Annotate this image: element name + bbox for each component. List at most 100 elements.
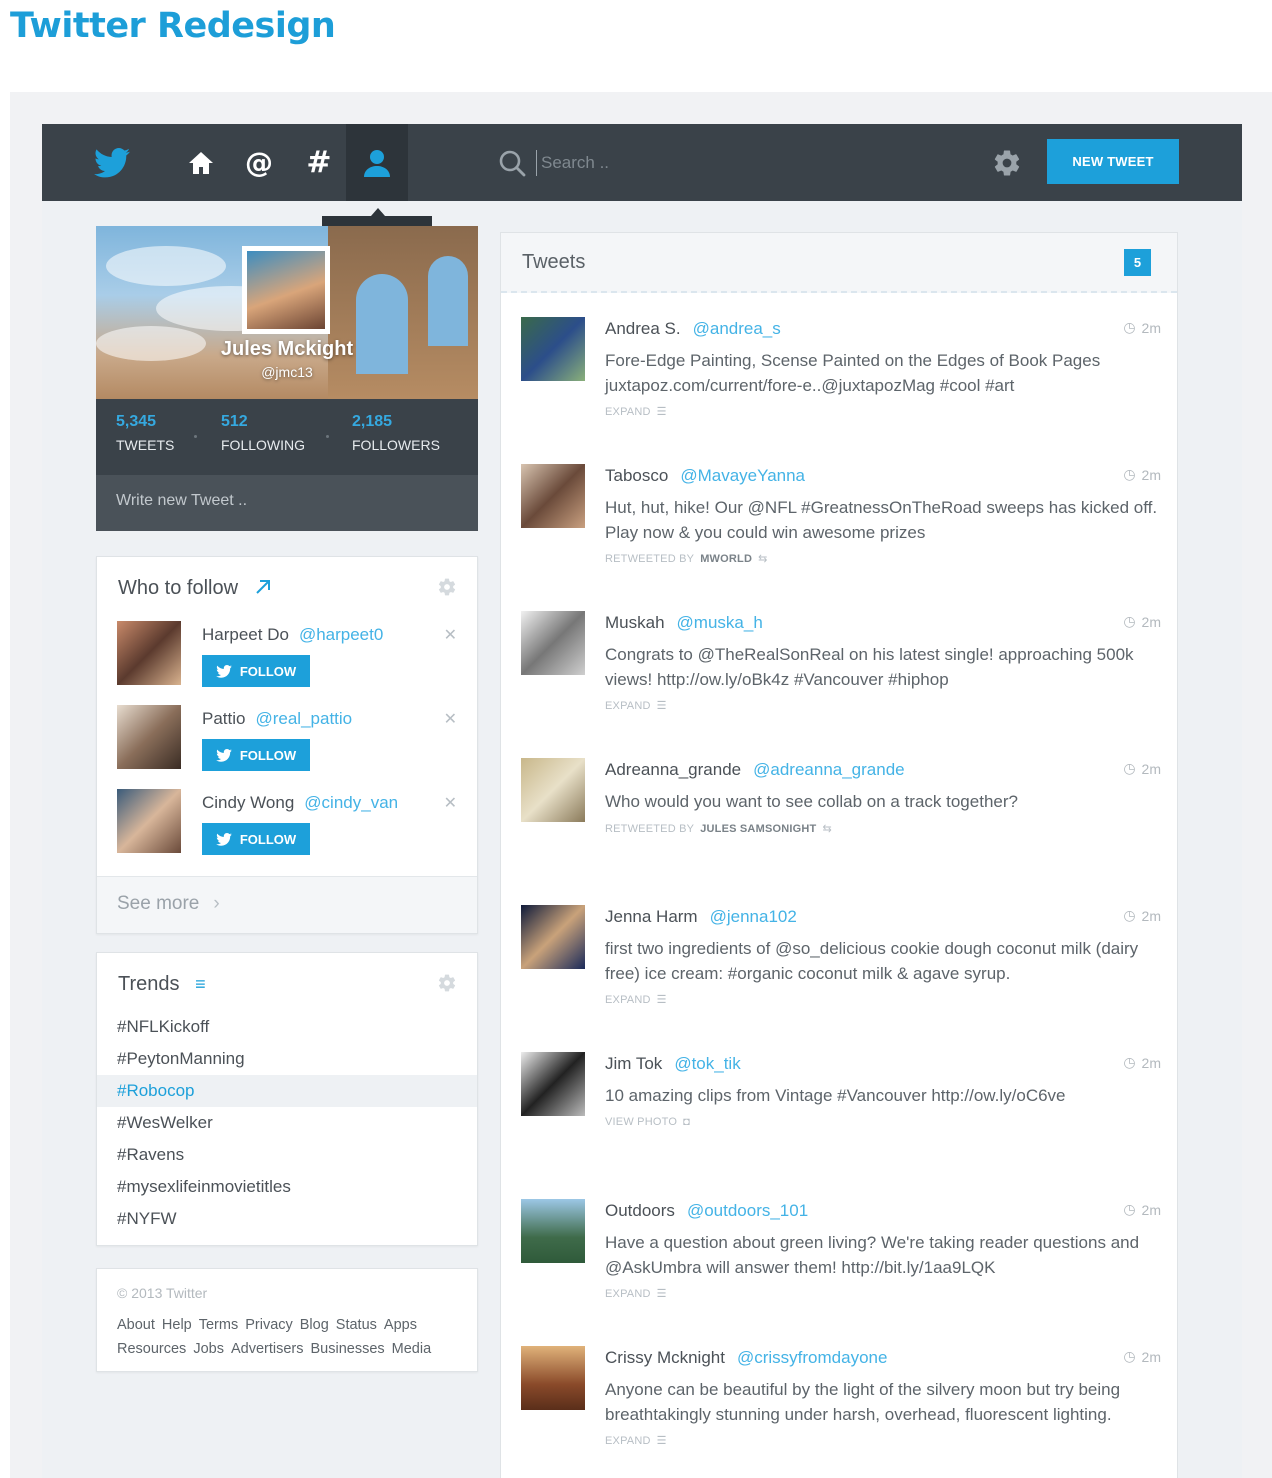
tweet-avatar[interactable] [521, 905, 585, 969]
mockup-canvas: @ # NEW TWEET PROFILE [10, 92, 1272, 1478]
profile-icon[interactable] [346, 124, 408, 201]
user-avatar[interactable] [117, 789, 181, 853]
tweet-author[interactable]: Adreanna_grande @adreanna_grande [605, 760, 905, 780]
gear-icon[interactable] [437, 577, 457, 601]
footer-link[interactable]: Help [162, 1317, 192, 1333]
clock-icon: ◷ [1123, 760, 1136, 776]
tweet-author[interactable]: Tabosco @MavayeYanna [605, 466, 805, 486]
tweet-item[interactable]: Andrea S. @andrea_s ◷ 2m Fore-Edge Painting,… [521, 317, 1161, 457]
tweet-author[interactable]: Outdoors @outdoors_101 [605, 1201, 808, 1221]
footer-link[interactable]: Resources [117, 1341, 186, 1357]
trend-item[interactable]: #Robocop [97, 1075, 477, 1107]
profile-avatar[interactable] [242, 246, 330, 334]
tweet-avatar[interactable] [521, 464, 585, 528]
tweet-item[interactable]: Tabosco @MavayeYanna ◷ 2m Hut, hut, hike! Ou… [521, 464, 1161, 604]
who-to-follow-panel: Who to follow Harpeet Do @harpeet0 ✕ FOLL… [96, 556, 478, 934]
user-handle: @harpeet0 [298, 625, 384, 644]
close-icon[interactable]: ✕ [444, 625, 457, 644]
tweet-item[interactable]: Jim Tok @tok_tik ◷ 2m 10 amazing clips from … [521, 1052, 1161, 1192]
follow-button[interactable]: FOLLOW [202, 739, 310, 771]
tweet-action[interactable]: EXPAND ☰ [605, 405, 667, 419]
new-tweet-button[interactable]: NEW TWEET [1047, 139, 1179, 184]
tweet-action[interactable]: RETWEETED BY JULES SAMSONIGHT ⇆ [605, 822, 832, 836]
stat-followers[interactable]: 2,185 FOLLOWERS [352, 413, 440, 453]
suggestion-name[interactable]: Pattio @real_pattio [202, 709, 352, 729]
trend-item[interactable]: #PeytonManning [97, 1043, 477, 1075]
tweet-avatar[interactable] [521, 1346, 585, 1410]
gear-icon[interactable] [437, 973, 457, 997]
tweet-action[interactable]: EXPAND ☰ [605, 1434, 667, 1448]
settings-gear-icon[interactable] [992, 148, 1022, 182]
footer-link[interactable]: Businesses [310, 1341, 384, 1357]
profile-name[interactable]: Jules Mckight [96, 338, 478, 361]
clock-icon: ◷ [1123, 613, 1136, 629]
tweet-item[interactable]: Jenna Harm @jenna102 ◷ 2m first two ingredie… [521, 905, 1161, 1045]
follow-button[interactable]: FOLLOW [202, 655, 310, 687]
close-icon[interactable]: ✕ [444, 793, 457, 812]
footer-link[interactable]: Apps [384, 1317, 417, 1333]
see-more-label: See more [117, 893, 200, 914]
tweet-item[interactable]: Outdoors @outdoors_101 ◷ 2m Have a question … [521, 1199, 1161, 1339]
tweet-author-handle: @andrea_s [692, 319, 781, 338]
tweet-author[interactable]: Muskah @muska_h [605, 613, 763, 633]
home-icon[interactable] [182, 124, 220, 201]
tweet-action[interactable]: EXPAND ☰ [605, 699, 667, 713]
stat-tweets[interactable]: 5,345 TWEETS [116, 413, 174, 453]
tweet-avatar[interactable] [521, 317, 585, 381]
suggestion-name[interactable]: Cindy Wong @cindy_van [202, 793, 398, 813]
tweet-text: Congrats to @TheRealSonReal on his lates… [605, 645, 1134, 689]
tweet-action[interactable]: VIEW PHOTO ◘ [605, 1116, 690, 1128]
trend-item[interactable]: #mysexlifeinmovietitles [97, 1171, 477, 1203]
footer-link[interactable]: Status [336, 1317, 377, 1333]
hashtag-icon[interactable]: # [300, 124, 338, 201]
footer-link[interactable]: Media [392, 1341, 432, 1357]
tweet-text: Who would you want to see collab on a tr… [605, 792, 1018, 811]
tweet-avatar[interactable] [521, 611, 585, 675]
trend-item[interactable]: #Ravens [97, 1139, 477, 1171]
footer-link[interactable]: Advertisers [231, 1341, 304, 1357]
trend-item[interactable]: #NYFW [97, 1203, 477, 1235]
stat-value: 2,185 [352, 413, 393, 430]
arrow-up-right-icon[interactable] [254, 578, 272, 596]
tweet-meta-label: EXPAND [605, 993, 651, 1006]
tweet-action[interactable]: EXPAND ☰ [605, 993, 667, 1007]
tweet-author[interactable]: Jenna Harm @jenna102 [605, 907, 797, 927]
tweet-timestamp: ◷ 2m [1123, 907, 1161, 924]
tweet-author[interactable]: Andrea S. @andrea_s [605, 319, 781, 339]
tweet-meta-label: EXPAND [605, 699, 651, 712]
footer-link[interactable]: Terms [199, 1317, 238, 1333]
follow-button[interactable]: FOLLOW [202, 823, 310, 855]
see-more-link[interactable]: See more › [97, 876, 477, 933]
retweeted-by-name: JULES SAMSONIGHT [700, 822, 817, 835]
suggestion-name[interactable]: Harpeet Do @harpeet0 [202, 625, 383, 645]
trends-panel: Trends ≡ #NFLKickoff #PeytonManning #Rob… [96, 952, 478, 1246]
tweet-action[interactable]: RETWEETED BY MWORLD ⇆ [605, 552, 768, 566]
footer-link[interactable]: Privacy [245, 1317, 293, 1333]
trend-item[interactable]: #NFLKickoff [97, 1011, 477, 1043]
copyright: © 2013 Twitter [117, 1285, 208, 1301]
tweet-item[interactable]: Adreanna_grande @adreanna_grande ◷ 2m Who wo… [521, 758, 1161, 898]
footer-link[interactable]: Blog [300, 1317, 329, 1333]
top-navigation-bar: @ # NEW TWEET [42, 124, 1242, 201]
tweet-action[interactable]: EXPAND ☰ [605, 1287, 667, 1301]
tweet-avatar[interactable] [521, 1199, 585, 1263]
footer-link[interactable]: About [117, 1317, 155, 1333]
stat-following[interactable]: 512 FOLLOWING [221, 413, 305, 453]
user-avatar[interactable] [117, 705, 181, 769]
at-icon[interactable]: @ [240, 124, 278, 201]
tweet-avatar[interactable] [521, 758, 585, 822]
tweet-timestamp: ◷ 2m [1123, 466, 1161, 483]
tweet-author[interactable]: Crissy Mcknight @crissyfromdayone [605, 1348, 887, 1368]
tweet-item[interactable]: Muskah @muska_h ◷ 2m Congrats to @TheRealSon… [521, 611, 1161, 751]
trend-item[interactable]: #WesWelker [97, 1107, 477, 1139]
user-avatar[interactable] [117, 621, 181, 685]
close-icon[interactable]: ✕ [444, 709, 457, 728]
list-icon[interactable]: ≡ [195, 974, 206, 994]
compose-tweet-field[interactable]: Write new Tweet .. [96, 475, 478, 531]
tweet-author[interactable]: Jim Tok @tok_tik [605, 1054, 741, 1074]
footer-link[interactable]: Jobs [193, 1341, 224, 1357]
tweet-avatar[interactable] [521, 1052, 585, 1116]
twitter-bird-icon[interactable] [82, 124, 142, 201]
search-input[interactable] [536, 150, 776, 176]
tweet-item[interactable]: Crissy Mcknight @crissyfromdayone ◷ 2m Anyon… [521, 1346, 1161, 1478]
